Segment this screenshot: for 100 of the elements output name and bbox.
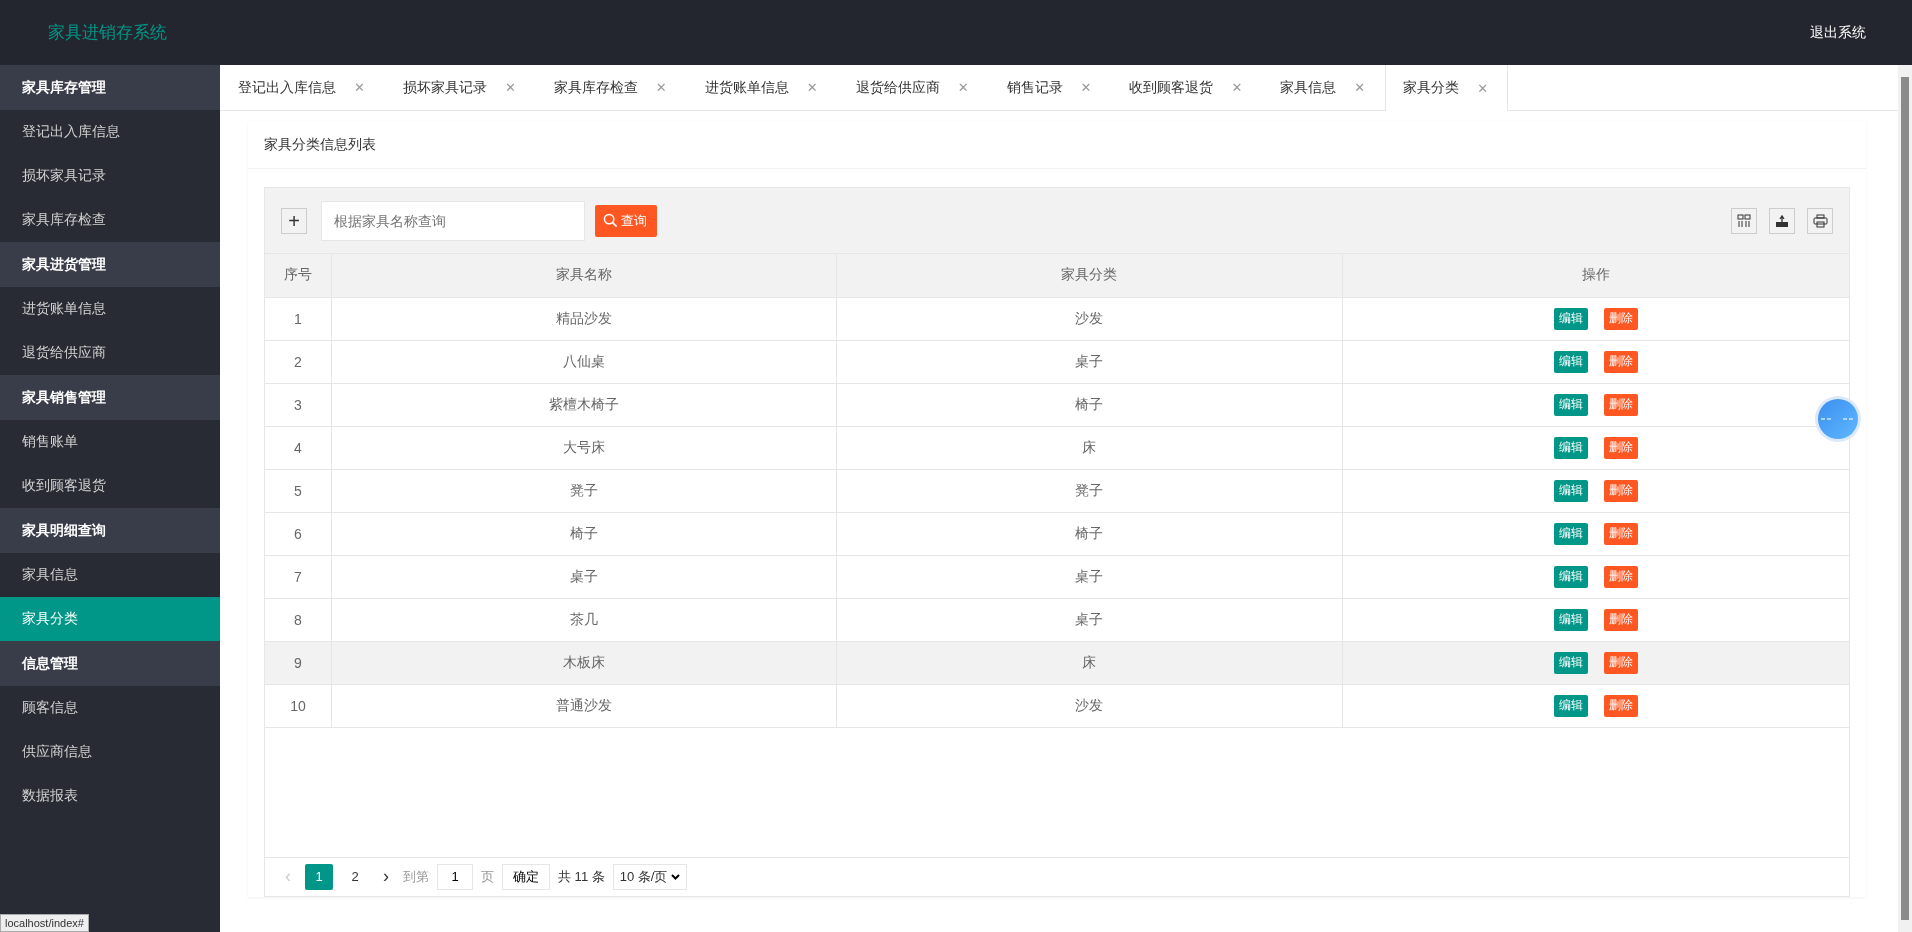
sidebar-group[interactable]: 信息管理	[0, 641, 220, 686]
logout-link[interactable]: 退出系统	[1810, 23, 1866, 42]
delete-button[interactable]: 删除	[1603, 350, 1638, 373]
sidebar-item[interactable]: 顾客信息	[0, 686, 220, 730]
table-cell: 茶几	[331, 598, 837, 641]
sidebar-group[interactable]: 家具库存管理	[0, 65, 220, 110]
edit-button[interactable]: 编辑	[1553, 479, 1588, 502]
sidebar-group[interactable]: 家具销售管理	[0, 375, 220, 420]
next-page-button[interactable]: ›	[377, 866, 395, 887]
delete-button[interactable]: 删除	[1603, 651, 1638, 674]
page-size-select[interactable]: 10 条/页	[612, 863, 688, 890]
search-icon	[603, 213, 618, 228]
page-button[interactable]: 1	[305, 863, 333, 890]
table-cell: 凳子	[331, 469, 837, 512]
table-cell: 椅子	[836, 383, 1343, 426]
edit-button[interactable]: 编辑	[1553, 608, 1588, 631]
tab[interactable]: 家具分类 ✕	[1385, 65, 1509, 111]
delete-button[interactable]: 删除	[1603, 608, 1638, 631]
table-cell: 沙发	[836, 684, 1343, 727]
sidebar-item[interactable]: 退货给供应商	[0, 331, 220, 375]
delete-button[interactable]: 删除	[1603, 436, 1638, 459]
page-input[interactable]: 1	[437, 863, 473, 890]
table-cell: 床	[836, 641, 1343, 684]
table-cell: 沙发	[836, 297, 1343, 340]
delete-button[interactable]: 删除	[1603, 393, 1638, 416]
edit-button[interactable]: 编辑	[1553, 350, 1588, 373]
table-cell: 桌子	[331, 555, 837, 598]
total-count: 共 11 条	[558, 867, 605, 886]
sidebar-item[interactable]: 数据报表	[0, 774, 220, 818]
sidebar-item[interactable]: 销售账单	[0, 420, 220, 464]
table-cell: 1	[265, 297, 332, 340]
table-cell: 7	[265, 555, 332, 598]
table-cell: 9	[265, 641, 332, 684]
goto-label: 到第	[403, 867, 429, 886]
close-icon[interactable]: ✕	[1231, 80, 1243, 95]
close-icon[interactable]: ✕	[655, 80, 667, 95]
edit-button[interactable]: 编辑	[1553, 565, 1588, 588]
close-icon[interactable]: ✕	[354, 80, 365, 95]
delete-button[interactable]: 删除	[1603, 307, 1638, 330]
table-cell: 椅子	[331, 512, 837, 555]
floating-ball-icon[interactable]	[1814, 395, 1862, 443]
columns-icon[interactable]	[1731, 207, 1757, 234]
table-cell: 凳子	[836, 469, 1343, 512]
edit-button[interactable]: 编辑	[1553, 694, 1588, 717]
table-cell: 椅子	[836, 512, 1343, 555]
close-icon[interactable]: ✕	[957, 80, 969, 95]
table-cell: 床	[836, 426, 1343, 469]
close-icon[interactable]: ✕	[1354, 80, 1366, 95]
sidebar-item[interactable]: 家具信息	[0, 553, 220, 597]
print-icon[interactable]	[1807, 207, 1833, 234]
table-cell: 精品沙发	[331, 297, 837, 340]
app-title: 家具进销存系统	[48, 22, 167, 44]
column-header: 操作	[1342, 254, 1849, 297]
edit-button[interactable]: 编辑	[1553, 393, 1588, 416]
table-cell: 10	[265, 684, 332, 727]
sidebar-group[interactable]: 家具进货管理	[0, 242, 220, 287]
column-header: 序号	[265, 254, 332, 297]
page-button[interactable]: 2	[341, 863, 369, 890]
caret-icon	[671, 873, 681, 880]
delete-button[interactable]: 删除	[1603, 522, 1638, 545]
page-unit: 页	[481, 867, 494, 886]
table-cell: 8	[265, 598, 332, 641]
close-icon[interactable]: ✕	[1477, 80, 1489, 96]
panel-title: 家具分类信息列表	[248, 121, 1866, 169]
confirm-button[interactable]: 确定	[502, 863, 550, 890]
edit-button[interactable]: 编辑	[1553, 651, 1588, 674]
export-icon[interactable]	[1769, 207, 1795, 234]
search-button[interactable]: 查询	[595, 204, 657, 237]
sidebar-item[interactable]: 损坏家具记录	[0, 154, 220, 198]
column-header: 家具名称	[331, 254, 837, 297]
table-cell: 桌子	[836, 340, 1343, 383]
table-cell: 6	[265, 512, 332, 555]
close-icon[interactable]: ✕	[504, 80, 516, 95]
sidebar-item[interactable]: 供应商信息	[0, 730, 220, 774]
scrollbar[interactable]	[1898, 65, 1912, 932]
edit-button[interactable]: 编辑	[1553, 307, 1588, 330]
table-cell: 紫檀木椅子	[331, 383, 837, 426]
sidebar-item[interactable]: 进货账单信息	[0, 287, 220, 331]
table-cell: 5	[265, 469, 332, 512]
sidebar-item[interactable]: 家具库存检查	[0, 198, 220, 242]
sidebar-group[interactable]: 家具明细查询	[0, 508, 220, 553]
edit-button[interactable]: 编辑	[1553, 436, 1588, 459]
table-cell: 3	[265, 383, 332, 426]
delete-button[interactable]: 删除	[1603, 694, 1638, 717]
table-cell: 大号床	[331, 426, 837, 469]
add-button[interactable]: +	[281, 207, 307, 234]
sidebar-item[interactable]: 登记出入库信息	[0, 110, 220, 154]
table-cell: 桌子	[836, 598, 1343, 641]
table-cell: 4	[265, 426, 332, 469]
close-icon[interactable]: ✕	[806, 80, 818, 95]
search-field[interactable]: 根据家具名称查询	[321, 200, 585, 241]
table-cell: 2	[265, 340, 332, 383]
sidebar-item[interactable]: 收到顾客退货	[0, 464, 220, 508]
delete-button[interactable]: 删除	[1603, 479, 1638, 502]
edit-button[interactable]: 编辑	[1553, 522, 1588, 545]
sidebar-item[interactable]: 家具分类	[0, 597, 220, 641]
delete-button[interactable]: 删除	[1603, 565, 1638, 588]
column-header: 家具分类	[836, 254, 1343, 297]
close-icon[interactable]: ✕	[1080, 80, 1092, 95]
table-cell: 桌子	[836, 555, 1343, 598]
